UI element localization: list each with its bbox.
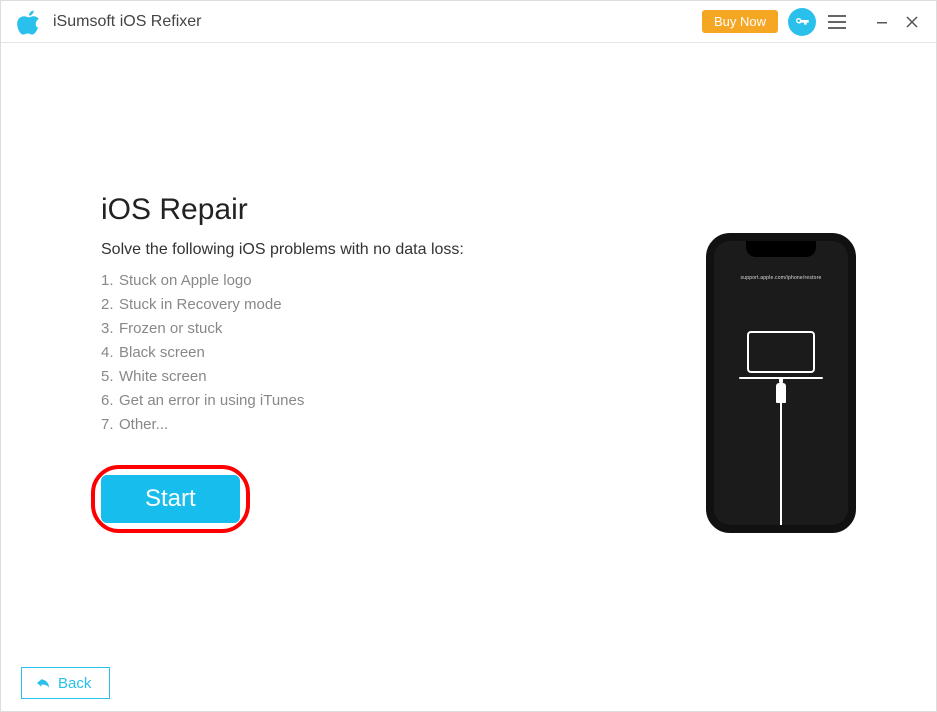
app-title: iSumsoft iOS Refixer	[53, 13, 201, 31]
minimize-icon	[876, 16, 888, 28]
list-item: Black screen	[101, 341, 521, 365]
list-item: White screen	[101, 365, 521, 389]
buy-now-button[interactable]: Buy Now	[702, 10, 778, 33]
page-title: iOS Repair	[101, 193, 521, 227]
page-subtitle: Solve the following iOS problems with no…	[101, 241, 521, 259]
list-item: Stuck on Apple logo	[101, 269, 521, 293]
back-button-label: Back	[58, 675, 91, 692]
start-button-highlight: Start	[101, 475, 240, 523]
list-item: Other...	[101, 413, 521, 437]
list-item: Stuck in Recovery mode	[101, 293, 521, 317]
close-icon	[906, 16, 918, 28]
lightning-connector-icon	[776, 383, 786, 403]
app-logo-icon	[15, 8, 43, 36]
phone-screen: support.apple.com/iphone/restore	[714, 241, 848, 525]
problem-list: Stuck on Apple logo Stuck in Recovery mo…	[101, 269, 521, 437]
footer: Back	[1, 655, 936, 711]
menu-icon	[828, 15, 846, 17]
back-arrow-icon	[34, 674, 52, 692]
minimize-button[interactable]	[872, 16, 892, 28]
list-item: Get an error in using iTunes	[101, 389, 521, 413]
main-content: iOS Repair Solve the following iOS probl…	[1, 43, 936, 655]
back-button[interactable]: Back	[21, 667, 110, 699]
titlebar: iSumsoft iOS Refixer Buy Now	[1, 1, 936, 43]
start-button[interactable]: Start	[101, 475, 240, 523]
cable-icon	[780, 403, 782, 525]
key-icon	[794, 14, 810, 30]
menu-button[interactable]	[828, 15, 846, 29]
list-item: Frozen or stuck	[101, 317, 521, 341]
phone-mockup: support.apple.com/iphone/restore	[706, 233, 856, 533]
phone-notch	[746, 241, 816, 257]
ios-repair-panel: iOS Repair Solve the following iOS probl…	[101, 193, 521, 523]
close-button[interactable]	[902, 16, 922, 28]
phone-restore-url: support.apple.com/iphone/restore	[741, 275, 822, 281]
register-key-button[interactable]	[788, 8, 816, 36]
laptop-icon	[747, 331, 815, 373]
